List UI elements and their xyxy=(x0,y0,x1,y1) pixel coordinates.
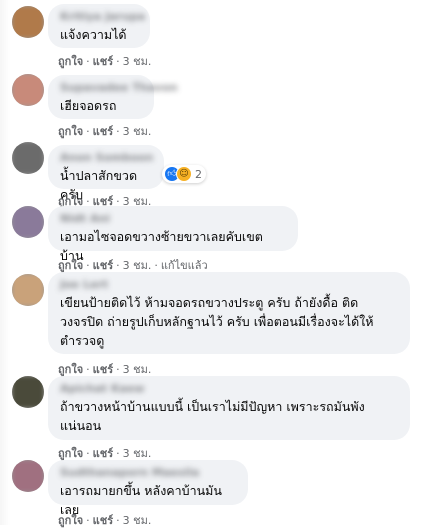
comment-timestamp[interactable]: 3 ชม. xyxy=(123,514,152,527)
comment-author[interactable]: Joe Lert xyxy=(60,278,398,293)
comment-author[interactable]: Anon Somboon xyxy=(60,151,153,166)
comment-actions: ถูกใจ · แชร์ · 3 ชม. xyxy=(58,122,151,140)
comment-text: เขียนป้ายติดไว้ ห้ามจอดรถขวางประตู ครับ … xyxy=(60,295,374,348)
comment-timestamp[interactable]: 3 ชม. xyxy=(123,55,152,68)
separator-dot: · xyxy=(86,447,90,460)
separator-dot: · xyxy=(116,514,120,527)
separator-dot: · xyxy=(116,259,120,272)
comment-actions: ถูกใจ · แชร์ · 3 ชม. xyxy=(58,52,151,70)
separator-dot: · xyxy=(86,363,90,376)
share-button[interactable]: แชร์ xyxy=(93,447,113,460)
separator-dot: · xyxy=(116,363,120,376)
share-button[interactable]: แชร์ xyxy=(93,259,113,272)
separator-dot: · xyxy=(86,55,90,68)
comment-author[interactable]: Kritiya Jarupa xyxy=(60,10,145,25)
avatar-image xyxy=(12,74,44,106)
separator-dot: · xyxy=(154,259,158,272)
avatar[interactable] xyxy=(12,376,44,408)
edited-label[interactable]: แก้ไขแล้ว xyxy=(161,259,208,272)
share-button[interactable]: แชร์ xyxy=(93,55,113,68)
separator-dot: · xyxy=(86,125,90,138)
comment-timestamp[interactable]: 3 ชม. xyxy=(123,125,152,138)
comment-timestamp[interactable]: 3 ชม. xyxy=(123,259,152,272)
comment-bubble: Kritiya Jarupa แจ้งความได้ xyxy=(48,4,150,48)
comment-author[interactable]: Nidt Ani xyxy=(60,212,286,227)
comment-timestamp[interactable]: 3 ชม. xyxy=(123,447,152,460)
share-button[interactable]: แชร์ xyxy=(93,514,113,527)
avatar[interactable] xyxy=(12,6,44,38)
separator-dot: · xyxy=(86,259,90,272)
avatar-image xyxy=(12,206,44,238)
comment-bubble: Apichat Kaew ถ้าขวางหน้าบ้านแบบนี้ เป็นเ… xyxy=(48,376,410,440)
avatar-image xyxy=(12,274,44,306)
comment-bubble: Joe Lert เขียนป้ายติดไว้ ห้ามจอดรถขวางปร… xyxy=(48,272,410,354)
share-button[interactable]: แชร์ xyxy=(93,363,113,376)
reaction-summary[interactable]: 👍︎ ☺ 2 xyxy=(162,165,206,183)
separator-dot: · xyxy=(116,55,120,68)
avatar[interactable] xyxy=(12,274,44,306)
separator-dot: · xyxy=(116,125,120,138)
like-button[interactable]: ถูกใจ xyxy=(58,259,83,272)
like-button[interactable]: ถูกใจ xyxy=(58,363,83,376)
comment-bubble: Anon Somboon น้ำปลาสักขวดครับ xyxy=(48,145,164,202)
avatar-image xyxy=(12,460,44,492)
avatar-image xyxy=(12,142,44,174)
comment-bubble: Nidt Ani เอามอไซจอดขวางซ้ายขวาเลยคับเขตบ… xyxy=(48,206,298,263)
reaction-count: 2 xyxy=(195,167,202,181)
comment-bubble: Supavadee Thavon เฮียจอดรถ xyxy=(48,75,178,119)
share-button[interactable]: แชร์ xyxy=(93,125,113,138)
avatar-image xyxy=(12,376,44,408)
comment-author[interactable]: Sudthanaporn Maesila xyxy=(60,466,236,481)
avatar[interactable] xyxy=(12,206,44,238)
comment-actions: ถูกใจ · แชร์ · 3 ชม. xyxy=(58,511,151,529)
like-button[interactable]: ถูกใจ xyxy=(58,514,83,527)
separator-dot: · xyxy=(116,447,120,460)
avatar[interactable] xyxy=(12,460,44,492)
like-button[interactable]: ถูกใจ xyxy=(58,125,83,138)
comment-text: ถ้าขวางหน้าบ้านแบบนี้ เป็นเราไม่มีปัญหา … xyxy=(60,399,365,433)
comment-timestamp[interactable]: 3 ชม. xyxy=(123,363,152,376)
comment-author[interactable]: Apichat Kaew xyxy=(60,382,398,397)
left-edge-shadow xyxy=(0,0,10,525)
comment-author[interactable]: Supavadee Thavon xyxy=(60,81,178,96)
avatar-image xyxy=(12,6,44,38)
comment-text: แจ้งความได้ xyxy=(60,27,127,42)
avatar[interactable] xyxy=(12,74,44,106)
like-button[interactable]: ถูกใจ xyxy=(58,447,83,460)
haha-icon: ☺ xyxy=(176,166,192,182)
separator-dot: · xyxy=(86,514,90,527)
comment-bubble: Sudthanaporn Maesila เอารถมายกขึ้น หลังค… xyxy=(48,460,248,517)
avatar[interactable] xyxy=(12,142,44,174)
comment-text: เฮียจอดรถ xyxy=(60,98,117,113)
like-button[interactable]: ถูกใจ xyxy=(58,55,83,68)
